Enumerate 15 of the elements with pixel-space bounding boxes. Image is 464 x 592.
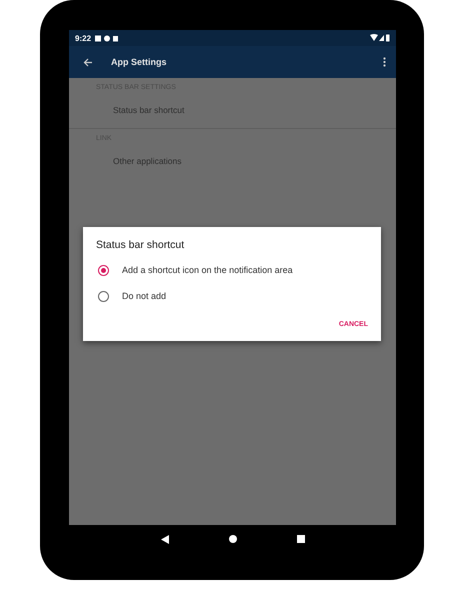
settings-item[interactable]: Other applications — [69, 143, 396, 179]
home-icon[interactable] — [228, 535, 236, 543]
status-time: 9:22 — [75, 34, 92, 42]
dialog-title: Status bar shortcut — [96, 239, 186, 251]
radio-button[interactable] — [98, 264, 109, 276]
option-label[interactable]: Add a shortcut icon on the notification area — [122, 265, 293, 275]
overflow-menu-icon[interactable] — [383, 57, 386, 67]
back-arrow-icon[interactable] — [83, 58, 93, 66]
system-status-icons — [370, 34, 390, 42]
back-icon[interactable] — [160, 534, 168, 544]
settings-item[interactable]: Status bar shortcut — [69, 92, 396, 128]
recents-icon[interactable] — [296, 535, 304, 543]
radio-button[interactable] — [98, 290, 109, 302]
option-label[interactable]: Do not add — [122, 291, 166, 301]
app-bar-title: App Settings — [111, 57, 168, 67]
